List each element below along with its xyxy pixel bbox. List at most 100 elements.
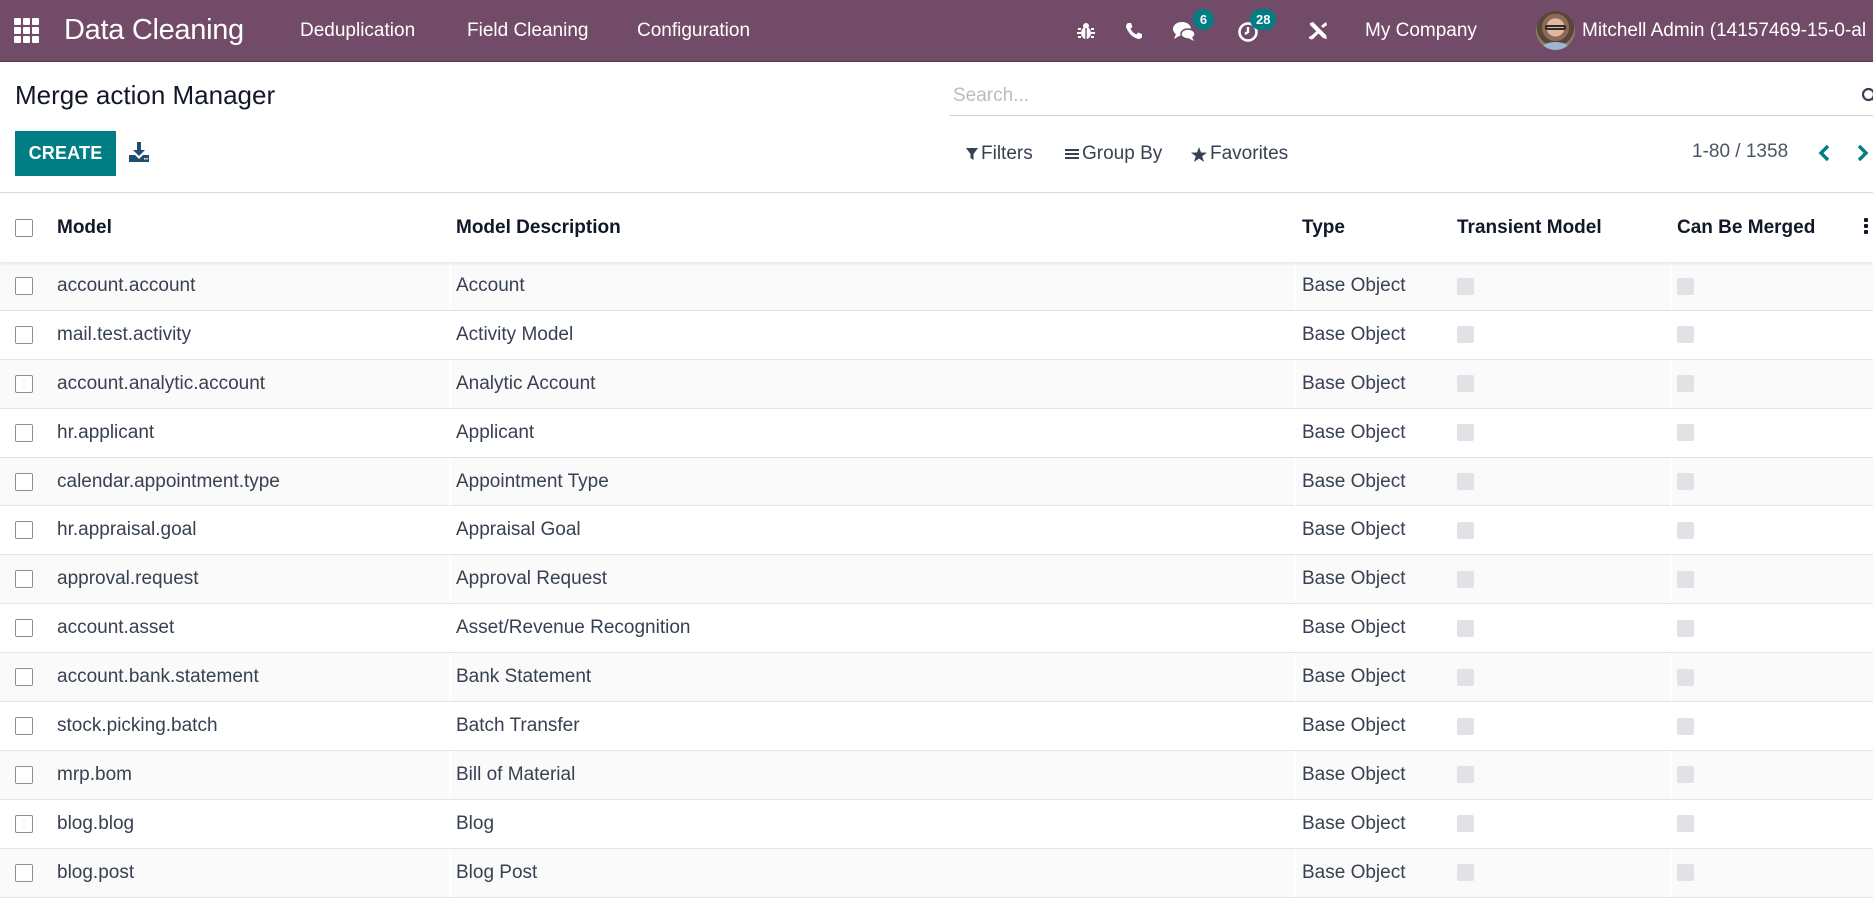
table-row[interactable]: approval.request Approval Request Base O… bbox=[0, 555, 1873, 605]
cell-model-description[interactable]: Blog bbox=[456, 800, 494, 848]
search-icon[interactable] bbox=[1861, 87, 1873, 105]
cell-model[interactable]: blog.post bbox=[57, 849, 134, 897]
phone-icon[interactable] bbox=[1120, 0, 1148, 61]
pager-previous-button[interactable] bbox=[1813, 141, 1835, 165]
row-checkbox[interactable] bbox=[15, 765, 33, 784]
cell-type[interactable]: Base Object bbox=[1302, 506, 1406, 554]
menu-configuration[interactable]: Configuration bbox=[637, 0, 750, 61]
table-row[interactable]: mrp.bom Bill of Material Base Object bbox=[0, 750, 1873, 800]
pager-value[interactable]: 1-80 / 1358 bbox=[1692, 141, 1788, 163]
table-row[interactable]: blog.blog Blog Base Object bbox=[0, 799, 1873, 849]
bug-icon[interactable] bbox=[1072, 0, 1100, 61]
cell-type[interactable]: Base Object bbox=[1302, 849, 1406, 897]
row-checkbox[interactable] bbox=[15, 814, 33, 833]
cell-model-description[interactable]: Asset/Revenue Recognition bbox=[456, 604, 690, 652]
cell-type[interactable]: Base Object bbox=[1302, 702, 1406, 750]
cell-model[interactable]: stock.picking.batch bbox=[57, 702, 218, 750]
column-divider bbox=[1294, 799, 1296, 848]
table-row[interactable]: account.bank.statement Bank Statement Ba… bbox=[0, 653, 1873, 703]
cell-type[interactable]: Base Object bbox=[1302, 555, 1406, 603]
cell-type[interactable]: Base Object bbox=[1302, 751, 1406, 799]
optional-columns-toggle-icon[interactable] bbox=[1864, 218, 1873, 238]
cell-model-description[interactable]: Blog Post bbox=[456, 849, 537, 897]
cell-model[interactable]: account.bank.statement bbox=[57, 653, 259, 701]
cell-type[interactable]: Base Object bbox=[1302, 409, 1406, 457]
cell-model-description[interactable]: Appointment Type bbox=[456, 458, 609, 506]
menu-deduplication[interactable]: Deduplication bbox=[300, 0, 415, 61]
table-row[interactable]: calendar.appointment.type Appointment Ty… bbox=[0, 457, 1873, 507]
pager-next-button[interactable] bbox=[1852, 141, 1873, 165]
column-header-model-description[interactable]: Model Description bbox=[456, 193, 621, 262]
cell-type[interactable]: Base Object bbox=[1302, 458, 1406, 506]
row-checkbox[interactable] bbox=[15, 717, 33, 736]
search-input[interactable] bbox=[950, 78, 1850, 114]
cell-model[interactable]: approval.request bbox=[57, 555, 199, 603]
row-checkbox[interactable] bbox=[15, 668, 33, 687]
cell-model-description[interactable]: Bill of Material bbox=[456, 751, 575, 799]
create-button[interactable]: CREATE bbox=[15, 131, 116, 176]
table-row[interactable]: blog.post Blog Post Base Object bbox=[0, 848, 1873, 898]
row-checkbox[interactable] bbox=[15, 863, 33, 882]
table-row[interactable]: hr.applicant Applicant Base Object bbox=[0, 408, 1873, 458]
group-by-button[interactable]: Group By bbox=[1065, 140, 1162, 168]
cell-model[interactable]: blog.blog bbox=[57, 800, 134, 848]
tools-icon[interactable] bbox=[1304, 0, 1332, 61]
app-menu-icon[interactable] bbox=[14, 0, 42, 61]
cell-model[interactable]: calendar.appointment.type bbox=[57, 458, 280, 506]
table-row[interactable]: account.analytic.account Analytic Accoun… bbox=[0, 359, 1873, 409]
table-row[interactable]: stock.picking.batch Batch Transfer Base … bbox=[0, 702, 1873, 751]
select-all-checkbox[interactable] bbox=[15, 218, 33, 237]
cell-model-description[interactable]: Account bbox=[456, 262, 525, 310]
row-checkbox[interactable] bbox=[15, 325, 33, 344]
cell-type[interactable]: Base Object bbox=[1302, 360, 1406, 408]
table-row[interactable]: account.asset Asset/Revenue Recognition … bbox=[0, 604, 1873, 654]
cell-transient-model bbox=[1457, 800, 1474, 848]
app-title[interactable]: Data Cleaning bbox=[64, 0, 244, 61]
table-row[interactable]: hr.appraisal.goal Appraisal Goal Base Ob… bbox=[0, 506, 1873, 556]
cell-model[interactable]: mrp.bom bbox=[57, 751, 132, 799]
cell-type[interactable]: Base Object bbox=[1302, 653, 1406, 701]
menu-field-cleaning[interactable]: Field Cleaning bbox=[467, 0, 588, 61]
cell-model-description[interactable]: Applicant bbox=[456, 409, 534, 457]
user-menu[interactable]: Mitchell Admin (14157469-15-0-al bbox=[1582, 0, 1866, 61]
cell-model[interactable]: mail.test.activity bbox=[57, 311, 191, 359]
column-header-can-be-merged[interactable]: Can Be Merged bbox=[1677, 193, 1815, 262]
cell-model-description[interactable]: Bank Statement bbox=[456, 653, 591, 701]
cell-type[interactable]: Base Object bbox=[1302, 800, 1406, 848]
column-header-model[interactable]: Model bbox=[57, 193, 112, 262]
chat-icon[interactable] bbox=[1170, 0, 1198, 61]
cell-model-description[interactable]: Approval Request bbox=[456, 555, 607, 603]
row-checkbox[interactable] bbox=[15, 570, 33, 589]
cell-model[interactable]: hr.appraisal.goal bbox=[57, 506, 196, 554]
cell-model[interactable]: account.analytic.account bbox=[57, 360, 265, 408]
row-checkbox[interactable] bbox=[15, 423, 33, 442]
row-checkbox[interactable] bbox=[15, 374, 33, 393]
cell-model-description[interactable]: Appraisal Goal bbox=[456, 506, 581, 554]
download-icon[interactable] bbox=[128, 141, 152, 165]
column-header-type[interactable]: Type bbox=[1302, 193, 1345, 262]
cell-type[interactable]: Base Object bbox=[1302, 262, 1406, 310]
row-checkbox[interactable] bbox=[15, 521, 33, 540]
can-be-merged-checkbox bbox=[1677, 473, 1694, 491]
cell-type[interactable]: Base Object bbox=[1302, 604, 1406, 652]
user-avatar[interactable] bbox=[1536, 11, 1575, 50]
column-header-transient-model[interactable]: Transient Model bbox=[1457, 193, 1602, 262]
cell-model-description[interactable]: Analytic Account bbox=[456, 360, 595, 408]
row-checkbox[interactable] bbox=[15, 277, 33, 295]
table-row[interactable]: account.account Account Base Object bbox=[0, 262, 1873, 311]
row-checkbox[interactable] bbox=[15, 472, 33, 491]
row-checkbox[interactable] bbox=[15, 619, 33, 638]
table-row[interactable]: mail.test.activity Activity Model Base O… bbox=[0, 310, 1873, 360]
transient-model-checkbox bbox=[1457, 717, 1474, 735]
cell-type[interactable]: Base Object bbox=[1302, 311, 1406, 359]
cell-model[interactable]: account.account bbox=[57, 262, 195, 310]
column-divider bbox=[449, 799, 451, 848]
column-divider bbox=[449, 310, 451, 359]
company-switcher[interactable]: My Company bbox=[1365, 0, 1477, 61]
cell-model[interactable]: hr.applicant bbox=[57, 409, 154, 457]
cell-model-description[interactable]: Batch Transfer bbox=[456, 702, 580, 750]
filters-button[interactable]: Filters bbox=[966, 140, 1033, 168]
cell-model[interactable]: account.asset bbox=[57, 604, 174, 652]
cell-model-description[interactable]: Activity Model bbox=[456, 311, 573, 359]
favorites-button[interactable]: Favorites bbox=[1191, 140, 1288, 168]
